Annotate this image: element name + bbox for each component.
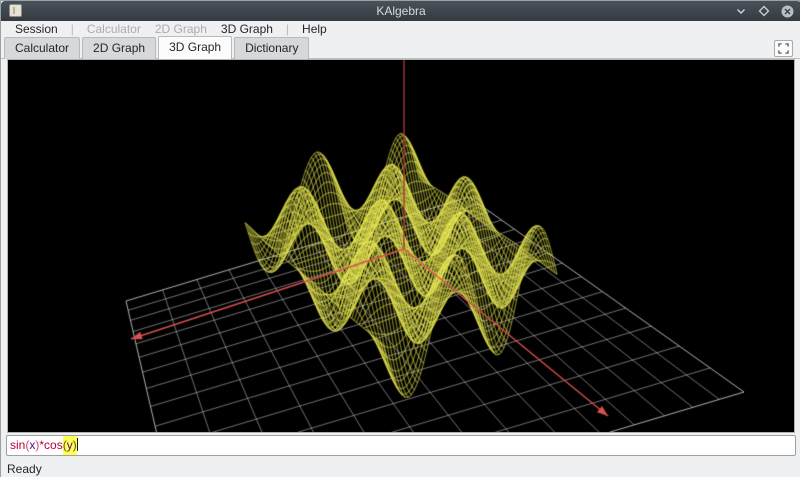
window-buttons — [733, 3, 795, 19]
menu-3d-graph[interactable]: 3D Graph — [214, 21, 280, 37]
tab-2d-graph[interactable]: 2D Graph — [82, 37, 157, 59]
diamond-icon — [758, 5, 770, 17]
menu-separator: | — [70, 22, 74, 36]
tab-bar: Calculator 2D Graph 3D Graph Dictionary — [1, 36, 800, 59]
maximize-button[interactable] — [756, 3, 772, 19]
plot-frame — [7, 59, 795, 433]
fullscreen-button[interactable] — [774, 40, 793, 57]
chevron-down-icon — [737, 9, 745, 14]
tab-calculator[interactable]: Calculator — [4, 37, 81, 59]
menubar: Session | Calculator 2D Graph 3D Graph | Help — [1, 21, 800, 37]
circle-x-icon — [781, 5, 793, 17]
kalgebra-app-icon — [9, 4, 22, 17]
titlebar[interactable]: KAlgebra — [1, 1, 800, 21]
status-bar: Ready — [1, 459, 800, 477]
menu-session[interactable]: Session — [8, 21, 65, 37]
tab-dictionary[interactable]: Dictionary — [234, 37, 310, 59]
minimize-button[interactable] — [733, 3, 749, 19]
3d-plot-canvas[interactable] — [8, 60, 794, 432]
expression-token: sin — [10, 438, 26, 452]
fullscreen-icon — [778, 43, 789, 54]
menu-separator: | — [285, 22, 290, 36]
expression-input-row: sin(x)*cos(y) — [1, 433, 800, 459]
tab-3d-graph[interactable]: 3D Graph — [158, 36, 233, 59]
status-text: Ready — [7, 461, 42, 476]
menu-help[interactable]: Help — [295, 21, 334, 37]
window-title: KAlgebra — [376, 4, 426, 18]
menu-calculator: Calculator — [86, 22, 141, 36]
expression-input[interactable]: sin(x)*cos(y) — [6, 435, 796, 456]
menu-2d-graph: 2D Graph — [154, 22, 207, 36]
text-caret — [76, 438, 78, 451]
plot-pane — [1, 59, 800, 433]
close-button[interactable] — [779, 3, 795, 19]
expression-token: cos — [44, 438, 63, 452]
